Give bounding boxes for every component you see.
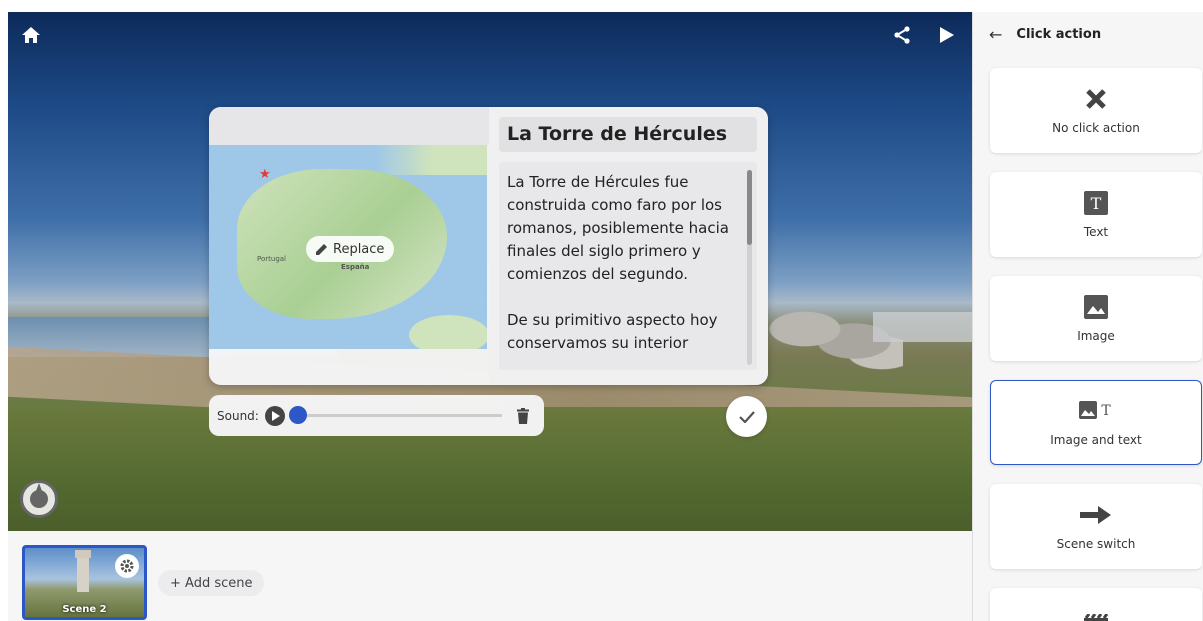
share-icon[interactable] — [890, 23, 914, 47]
confirm-button[interactable] — [726, 396, 767, 437]
x-icon — [1086, 87, 1106, 111]
card-image-header — [209, 107, 489, 145]
svg-text:T: T — [1101, 403, 1111, 419]
option-no-click-action[interactable]: No click action — [990, 68, 1202, 153]
sound-slider-thumb[interactable] — [288, 406, 307, 424]
play-icon[interactable] — [936, 24, 958, 46]
hotspot-text-panel: La Torre de Hércules La Torre de Hércule… — [489, 107, 768, 385]
click-action-panel: ← Click action No click action T Text Im… — [972, 12, 1203, 621]
option-label: Image and text — [1050, 432, 1142, 447]
map-image: ★ Portugal España Replace — [209, 145, 487, 349]
option-text[interactable]: T Text — [990, 172, 1202, 257]
option-label: No click action — [1052, 120, 1140, 135]
sound-label: Sound: — [217, 408, 259, 423]
tower-image — [75, 550, 91, 592]
image-text-icon: T — [1079, 399, 1113, 423]
distant-town — [873, 312, 972, 342]
text-icon: T — [1084, 190, 1108, 215]
map-label-portugal: Portugal — [257, 255, 286, 263]
compass-icon[interactable] — [20, 480, 58, 518]
svg-text:T: T — [1091, 194, 1102, 213]
hotspot-card: ★ Portugal España Replace La Torre de Hé… — [209, 107, 768, 385]
trash-icon[interactable] — [516, 407, 530, 424]
option-label: Text — [1083, 224, 1109, 239]
replace-image-button[interactable]: Replace — [306, 236, 395, 262]
map-label-spain: España — [341, 263, 370, 271]
panel-title: Click action — [1016, 26, 1102, 42]
scene-name: Scene 2 — [62, 604, 107, 615]
sound-slider[interactable] — [288, 406, 502, 424]
option-label: Image — [1077, 328, 1115, 343]
option-video-partial[interactable] — [990, 588, 1202, 621]
scene-thumbnail[interactable]: Scene 2 — [22, 545, 147, 620]
option-scene-switch[interactable]: Scene switch — [990, 484, 1202, 569]
option-image-and-text[interactable]: T Image and text — [990, 380, 1202, 465]
sound-play-icon[interactable] — [264, 405, 285, 426]
scrollbar-thumb[interactable] — [747, 170, 752, 245]
home-icon[interactable] — [20, 24, 42, 46]
add-scene-button[interactable]: + Add scene — [158, 570, 265, 596]
pencil-icon — [316, 244, 327, 255]
arrow-right-icon — [1080, 503, 1112, 527]
option-image[interactable]: Image — [990, 276, 1202, 361]
sound-bar: Sound: — [209, 395, 544, 436]
back-arrow-icon[interactable]: ← — [989, 25, 1002, 44]
image-icon — [1084, 294, 1108, 319]
check-icon — [738, 410, 755, 423]
scene-strip: Scene 2 + Add scene — [8, 531, 972, 621]
clapperboard-icon — [1084, 614, 1108, 621]
gear-icon[interactable] — [115, 554, 139, 578]
replace-label: Replace — [333, 241, 385, 257]
panel-header: ← Click action — [973, 12, 1203, 56]
option-label: Scene switch — [1056, 536, 1136, 551]
map-pin-icon: ★ — [259, 167, 271, 182]
hotspot-description-input[interactable]: La Torre de Hércules fue construida como… — [499, 162, 757, 370]
hotspot-title-input[interactable]: La Torre de Hércules — [499, 117, 757, 152]
